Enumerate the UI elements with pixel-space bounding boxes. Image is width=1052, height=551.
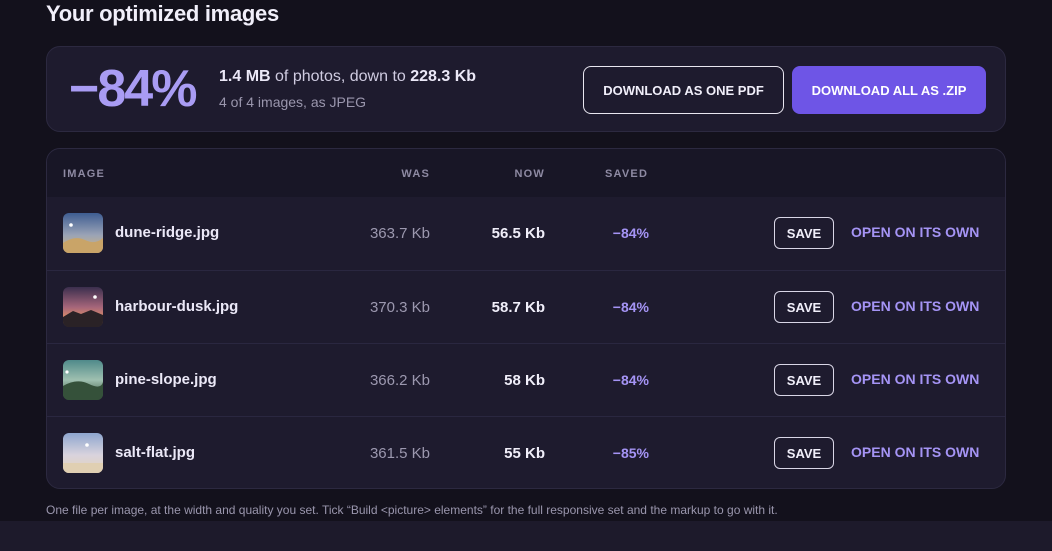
open-on-its-own-link[interactable]: OPEN ON ITS OWN — [851, 298, 979, 314]
header-saved: SAVED — [605, 168, 649, 180]
download-pdf-button[interactable]: DOWNLOAD AS ONE PDF — [583, 66, 784, 114]
saved-percent-cell: −85% — [612, 445, 649, 461]
original-size-cell: 370.3 Kb — [369, 299, 430, 316]
file-name: harbour-dusk.jpg — [115, 298, 239, 315]
saved-percent-cell: −84% — [612, 372, 649, 388]
file-name: pine-slope.jpg — [115, 371, 217, 388]
summary-middle-text: of photos, down to — [270, 68, 411, 85]
image-thumbnail — [63, 360, 103, 400]
saved-percent-cell: −84% — [612, 225, 649, 241]
save-button[interactable]: SAVE — [774, 364, 834, 396]
open-on-its-own-link[interactable]: OPEN ON ITS OWN — [851, 371, 979, 387]
original-size-cell: 366.2 Kb — [369, 372, 430, 389]
table-row: harbour-dusk.jpg 370.3 Kb 58.7 Kb −84% S… — [47, 270, 1005, 342]
table-header: IMAGE WAS NOW SAVED — [47, 149, 1005, 197]
save-button[interactable]: SAVE — [774, 437, 834, 469]
summary-sizes: 1.4 MB of photos, down to 228.3 Kb — [219, 68, 476, 86]
save-button[interactable]: SAVE — [774, 291, 834, 323]
file-name: dune-ridge.jpg — [115, 224, 220, 241]
file-name: salt-flat.jpg — [115, 444, 196, 461]
open-on-its-own-link[interactable]: OPEN ON ITS OWN — [851, 224, 979, 240]
image-thumbnail — [63, 433, 103, 473]
save-button[interactable]: SAVE — [774, 217, 834, 249]
table-row: salt-flat.jpg 361.5 Kb 55 Kb −85% SAVE O… — [47, 416, 1005, 488]
download-zip-button[interactable]: DOWNLOAD ALL AS .ZIP — [792, 66, 986, 114]
original-size-cell: 361.5 Kb — [369, 445, 430, 462]
footnote: One file per image, at the width and qua… — [46, 503, 778, 517]
page-title: Your optimized images — [46, 1, 279, 26]
original-size: 1.4 MB — [219, 68, 271, 85]
original-size-cell: 363.7 Kb — [369, 225, 430, 242]
new-size: 228.3 Kb — [410, 68, 477, 85]
bottom-bar — [0, 521, 1052, 551]
images-table: IMAGE WAS NOW SAVED dune-ridge.jpg 363.7… — [46, 148, 1006, 489]
summary-card: −84% 1.4 MB of photos, down to 228.3 Kb … — [46, 46, 1006, 132]
header-image: IMAGE — [63, 168, 106, 180]
open-on-its-own-link[interactable]: OPEN ON ITS OWN — [851, 444, 979, 460]
new-size-cell: 55 Kb — [504, 445, 545, 462]
saved-percent-cell: −84% — [612, 299, 649, 315]
new-size-cell: 58 Kb — [504, 372, 545, 389]
new-size-cell: 56.5 Kb — [491, 225, 545, 242]
table-row: dune-ridge.jpg 363.7 Kb 56.5 Kb −84% SAV… — [47, 197, 1005, 269]
image-thumbnail — [63, 213, 103, 253]
header-was: WAS — [401, 168, 430, 180]
image-thumbnail — [63, 287, 103, 327]
new-size-cell: 58.7 Kb — [491, 299, 545, 316]
total-saved-percent: −84% — [69, 60, 197, 118]
summary-detail: 4 of 4 images, as JPEG — [219, 94, 367, 110]
table-row: pine-slope.jpg 366.2 Kb 58 Kb −84% SAVE … — [47, 343, 1005, 415]
header-now: NOW — [514, 168, 545, 180]
